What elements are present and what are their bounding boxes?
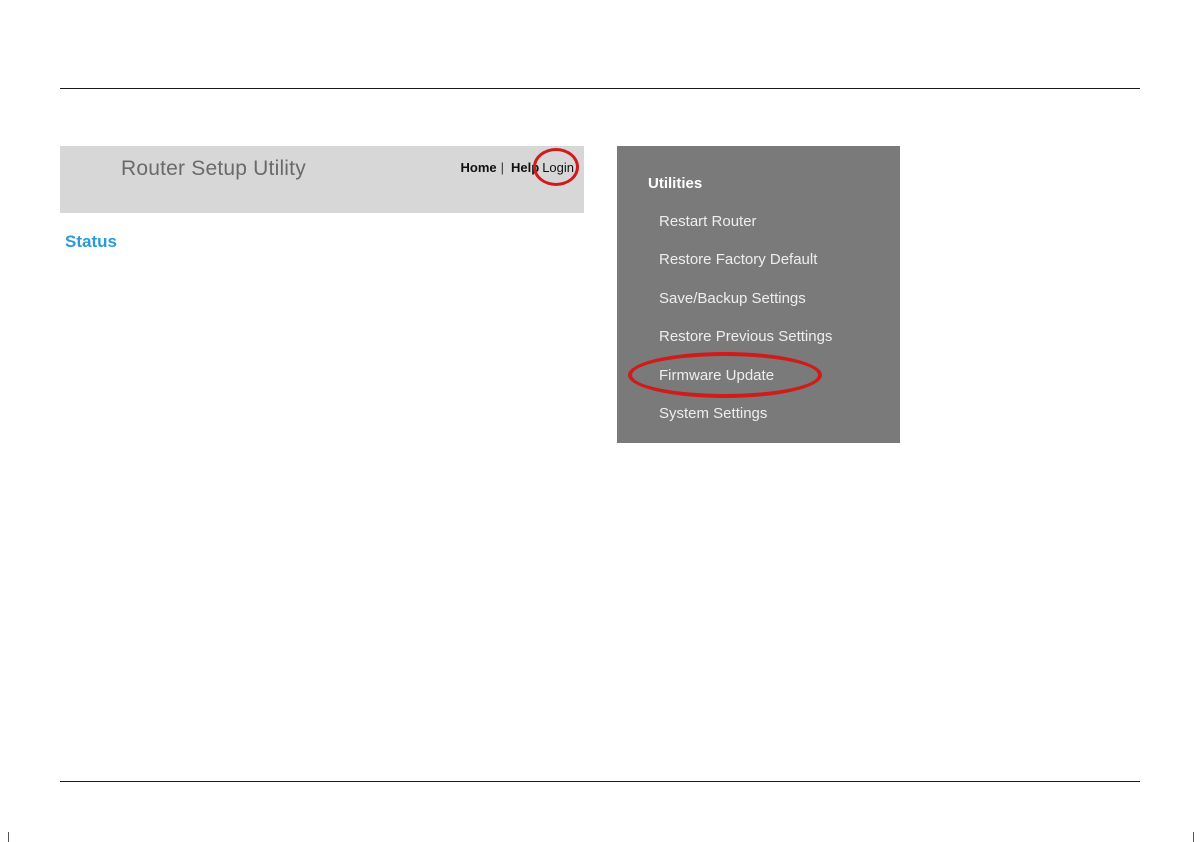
router-header-bar: Router Setup Utility Home | Help Login	[60, 146, 584, 213]
status-heading: Status	[65, 232, 117, 251]
utilities-menu-panel: Utilities Restart Router Restore Factory…	[617, 146, 900, 443]
home-link[interactable]: Home	[461, 160, 497, 175]
menu-item-restore-previous-settings[interactable]: Restore Previous Settings	[659, 328, 832, 345]
login-link[interactable]: Login	[542, 160, 574, 175]
help-link[interactable]: Help	[511, 160, 539, 175]
crop-mark-right	[1193, 832, 1194, 842]
nav-separator: |	[500, 160, 505, 175]
menu-item-system-settings[interactable]: System Settings	[659, 405, 767, 422]
bottom-divider	[60, 781, 1140, 782]
menu-item-firmware-update[interactable]: Firmware Update	[659, 367, 774, 384]
top-nav: Home | Help Login	[461, 148, 580, 186]
utilities-heading: Utilities	[648, 175, 703, 192]
crop-mark-left	[8, 832, 9, 842]
menu-item-restore-factory-default[interactable]: Restore Factory Default	[659, 251, 817, 268]
menu-item-restart-router[interactable]: Restart Router	[659, 213, 757, 230]
top-divider	[60, 88, 1140, 89]
router-title: Router Setup Utility	[121, 157, 306, 180]
login-wrap: Login	[533, 148, 580, 186]
menu-item-save-backup-settings[interactable]: Save/Backup Settings	[659, 290, 806, 307]
